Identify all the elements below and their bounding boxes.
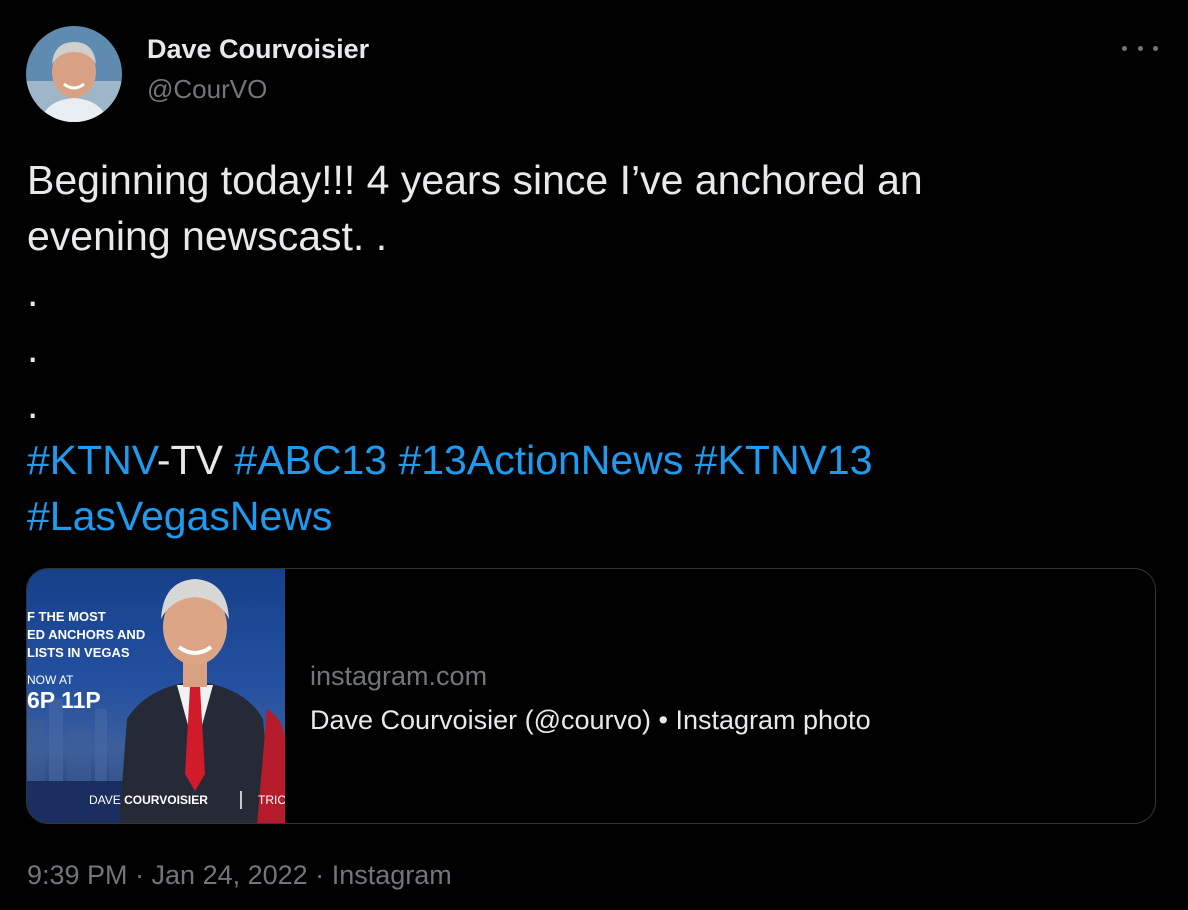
tweet-text: Beginning today!!! 4 years since I’ve an…	[27, 152, 1127, 544]
tweet-dot-line: .	[27, 325, 39, 371]
author-avatar[interactable]	[26, 26, 122, 122]
hashtag-lasvegasnews[interactable]: #LasVegasNews	[27, 493, 332, 539]
thumb-text: 6P 11P	[27, 687, 101, 713]
tweet-dot-line: .	[27, 381, 39, 427]
hashtag-abc13[interactable]: #ABC13	[234, 437, 387, 483]
thumb-text: ED ANCHORS AND	[27, 627, 146, 642]
tweet-source[interactable]: Instagram	[332, 860, 452, 890]
card-thumbnail: F THE MOST ED ANCHORS AND LISTS IN VEGAS…	[27, 569, 285, 823]
thumb-text: F THE MOST	[27, 609, 106, 624]
more-horizontal-icon	[1122, 45, 1127, 51]
tweet-timestamp[interactable]: 9:39 PM · Jan 24, 2022 ·	[27, 860, 332, 890]
thumb-name-bold: COURVOISIER	[124, 793, 208, 807]
thumb-name-plain: DAVE	[89, 793, 121, 807]
hashtag-13actionnews[interactable]: #13ActionNews	[398, 437, 683, 483]
hashtag-space	[387, 437, 398, 483]
hashtag-line: #KTNV-TV #ABC13 #13ActionNews #KTNV13	[27, 432, 1127, 488]
tweet-text-line: evening newscast. .	[27, 213, 388, 259]
card-domain: instagram.com	[310, 661, 488, 691]
thumb-text: LISTS IN VEGAS	[27, 645, 130, 660]
hashtag-suffix-text: -TV	[156, 437, 235, 483]
card-title: Dave Courvoisier (@courvo) • Instagram p…	[310, 705, 871, 735]
tweet-metadata: 9:39 PM · Jan 24, 2022 · Instagram	[27, 860, 452, 891]
link-preview-card[interactable]: F THE MOST ED ANCHORS AND LISTS IN VEGAS…	[26, 568, 1156, 824]
tweet-dot-line: .	[27, 269, 39, 315]
more-horizontal-icon-dot	[1153, 45, 1158, 51]
hashtag-line: #LasVegasNews	[27, 488, 1127, 544]
hashtag-ktnv13[interactable]: #KTNV13	[695, 437, 873, 483]
tweet-text-line: Beginning today!!! 4 years since I’ve an…	[27, 157, 923, 203]
hashtag-space	[683, 437, 694, 483]
author-name[interactable]: Dave Courvoisier	[147, 34, 369, 65]
thumb-text: TRIC	[258, 793, 285, 807]
author-handle[interactable]: @CourVO	[147, 74, 267, 105]
thumb-text: NOW AT	[27, 673, 74, 687]
more-horizontal-icon-dot	[1137, 45, 1143, 51]
thumb-text: DAVE COURVOISIER	[89, 793, 208, 807]
hashtag-ktnv[interactable]: #KTNV	[27, 437, 157, 483]
more-options-button[interactable]	[1122, 36, 1158, 60]
avatar-image	[26, 26, 122, 122]
